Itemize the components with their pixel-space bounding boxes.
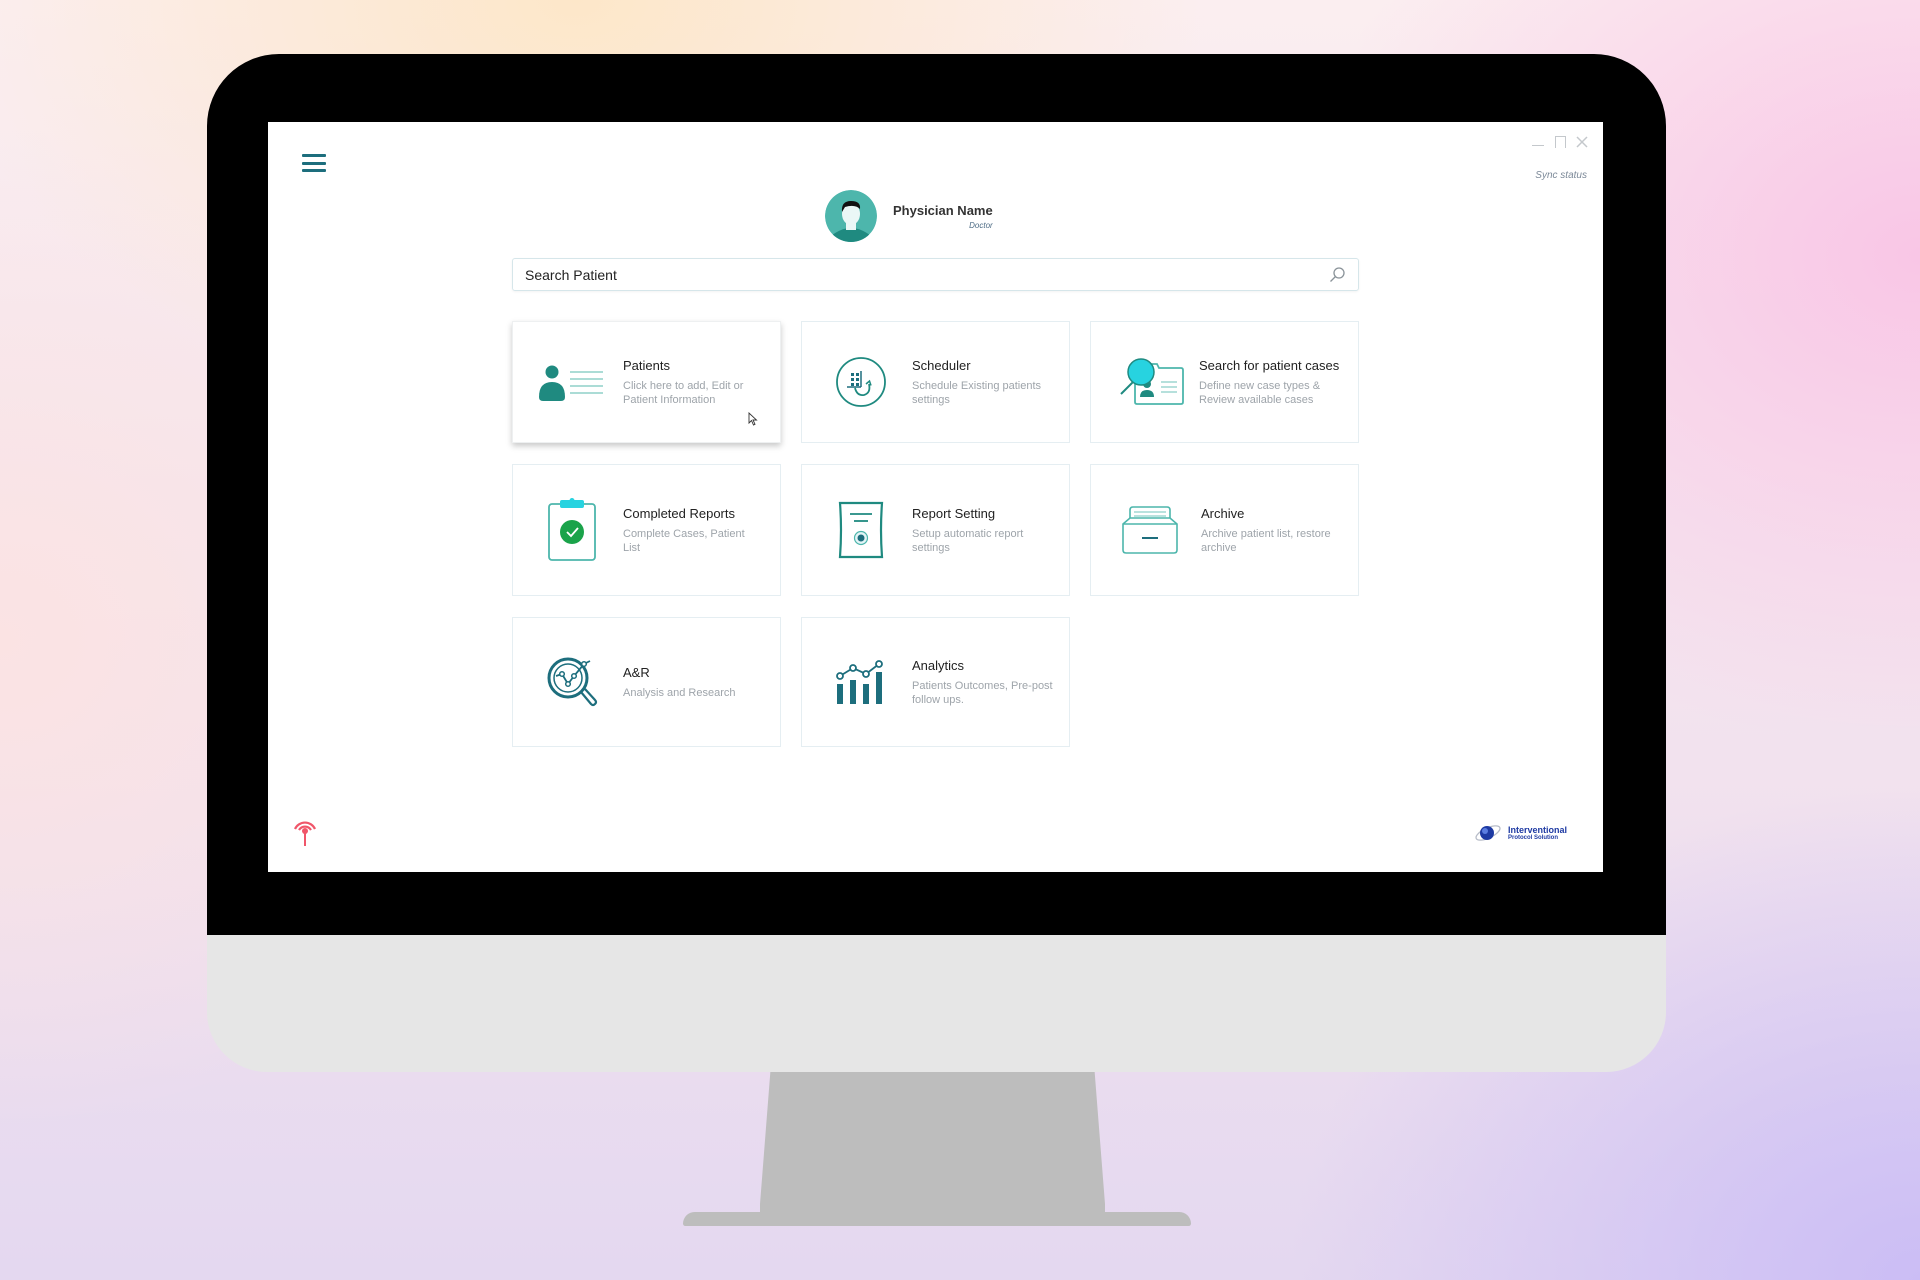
card-description: Define new case types & Review available… [1199,379,1321,406]
logo-line2: Protocol Solution [1507,835,1558,841]
avatar[interactable] [825,190,877,242]
archive-box-icon [1122,506,1178,554]
card-description: Click here to add, Edit or Patient Infor… [623,379,744,406]
user-avatar-icon [825,190,877,242]
card-title: A&R [623,664,650,680]
search-patient-input[interactable] [525,266,1328,283]
physician-name: Physician Name [893,202,993,218]
analysis-magnifier-icon [547,657,598,707]
card-title: Report Setting [912,505,996,521]
physician-role: Doctor [969,220,993,230]
app-window: Sync status Physician Name Doctor Search… [268,122,1603,872]
card-scheduler[interactable]: Scheduler Schedule Existing patients set… [801,321,1070,443]
card-title: Archive [1201,505,1245,521]
connection-signal-icon[interactable] [290,816,320,848]
patient-list-icon [539,365,603,401]
window-controls [1531,132,1589,148]
search-patient-bar [512,258,1359,291]
monitor-stand-base [683,1212,1191,1226]
analytics-chart-icon [836,660,883,704]
close-button[interactable] [1575,132,1589,148]
card-title: Completed Reports [623,505,735,521]
card-report-setting[interactable]: Report Setting Setup automatic report se… [801,464,1070,596]
card-description: Patients Outcomes, Pre-post follow ups. [912,679,1053,706]
scheduler-icon [836,357,886,407]
card-analytics[interactable]: Analytics Patients Outcomes, Pre-post fo… [801,617,1070,747]
card-description: Setup automatic report settings [912,527,1024,554]
card-analysis-research[interactable]: A&R Analysis and Research [512,617,781,747]
case-search-icon [1120,358,1184,405]
card-search-patient-cases[interactable]: Search for patient cases Define new case… [1090,321,1359,443]
user-profile: Physician Name Doctor [825,190,993,242]
card-description: Analysis and Research [623,686,736,699]
maximize-button[interactable] [1553,132,1567,148]
globe-logo-icon [1475,825,1501,841]
card-description: Complete Cases, Patient List [623,527,745,554]
search-icon[interactable] [1328,266,1346,284]
card-title: Analytics [912,657,965,673]
logo-line1: Interventional [1507,825,1567,835]
company-logo: Interventional Protocol Solution [1474,822,1567,844]
card-title: Search for patient cases [1199,357,1340,373]
card-description: Schedule Existing patients settings [912,379,1042,406]
close-icon [1576,136,1588,148]
card-title: Patients [623,357,670,373]
card-description: Archive patient list, restore archive [1201,527,1331,554]
clipboard-check-icon [548,498,596,561]
report-settings-icon [838,501,884,559]
mouse-cursor-icon [748,412,758,426]
card-archive[interactable]: Archive Archive patient list, restore ar… [1090,464,1359,596]
monitor-chin [207,935,1666,1072]
card-title: Scheduler [912,357,971,373]
card-completed-reports[interactable]: Completed Reports Complete Cases, Patien… [512,464,781,596]
hamburger-menu-icon[interactable] [302,154,326,172]
card-patients[interactable]: Patients Click here to add, Edit or Pati… [512,321,781,443]
monitor-stand-neck [760,1072,1105,1222]
minimize-button[interactable] [1531,132,1545,148]
sync-status[interactable]: Sync status [1535,170,1587,181]
